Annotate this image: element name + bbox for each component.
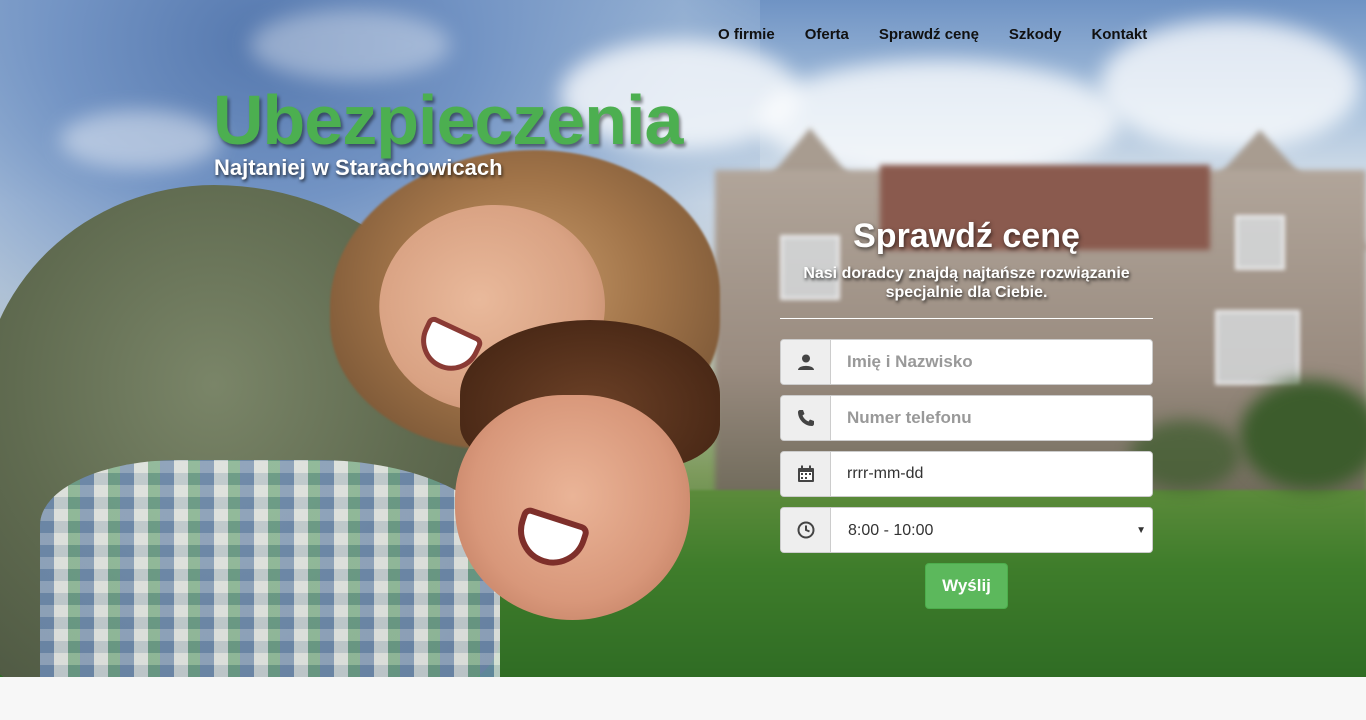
date-field-group <box>780 451 1153 497</box>
chevron-down-icon: ▼ <box>1136 525 1146 536</box>
nav-item-oferta[interactable]: Oferta <box>805 26 849 43</box>
nav-item-szkody[interactable]: Szkody <box>1009 26 1062 43</box>
clock-icon <box>781 508 831 552</box>
phone-field-group <box>780 395 1153 441</box>
brand-subtitle: Najtaniej w Starachowicach <box>214 155 503 180</box>
date-input[interactable] <box>831 452 1152 496</box>
user-icon <box>781 340 831 384</box>
man-face <box>455 395 690 620</box>
hero-background <box>0 0 1366 677</box>
name-field-group <box>780 339 1153 385</box>
calendar-icon <box>781 452 831 496</box>
main-nav: O firmie Oferta Sprawdź cenę Szkody Kont… <box>718 26 1147 43</box>
time-select-wrapper: 8:00 - 10:00 ▼ <box>831 508 1152 552</box>
house-window <box>1235 215 1285 270</box>
house-window <box>1215 310 1300 385</box>
time-select[interactable]: 8:00 - 10:00 <box>831 508 1152 552</box>
form-description: Nasi doradcy znajdą najtańsze rozwiązani… <box>803 265 1130 301</box>
nav-item-o-firmie[interactable]: O firmie <box>718 26 775 43</box>
name-input[interactable] <box>831 340 1152 384</box>
cloud <box>250 10 450 80</box>
nav-item-kontakt[interactable]: Kontakt <box>1091 26 1147 43</box>
form-divider <box>780 318 1153 319</box>
phone-icon <box>781 396 831 440</box>
man-shirt <box>40 460 500 677</box>
footer-strip <box>0 677 1366 720</box>
submit-button[interactable]: Wyślij <box>925 563 1008 609</box>
nav-item-sprawdz-cene[interactable]: Sprawdź cenę <box>879 26 979 43</box>
time-field-group: 8:00 - 10:00 ▼ <box>780 507 1153 553</box>
cloud <box>60 110 220 170</box>
form-title: Sprawdź cenę <box>853 217 1080 255</box>
brand-title: Ubezpieczenia <box>213 81 683 159</box>
phone-input[interactable] <box>831 396 1152 440</box>
quote-form: Sprawdź cenę Nasi doradcy znajdą najtańs… <box>780 217 1153 609</box>
